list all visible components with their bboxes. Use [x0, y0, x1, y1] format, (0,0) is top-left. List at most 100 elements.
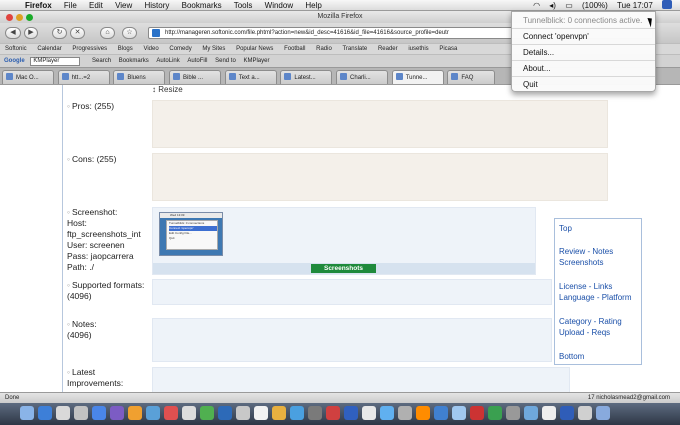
dock-app-icon[interactable] [56, 406, 70, 420]
dock-app-icon[interactable] [506, 406, 520, 420]
mail-notifier[interactable]: 17 nicholasmead2@gmail.com [588, 393, 670, 403]
dock-app-icon[interactable] [74, 406, 88, 420]
zoom-window-icon[interactable] [26, 14, 33, 21]
dock-app-icon[interactable] [542, 406, 556, 420]
dock-app-icon[interactable] [470, 406, 484, 420]
dock-app-icon[interactable] [326, 406, 340, 420]
google-search-input[interactable]: KMPlayer [30, 57, 81, 66]
menu-view[interactable]: View [115, 1, 132, 10]
bookmark-item[interactable]: Calendar [37, 46, 61, 52]
bookmark-item[interactable]: Softonic [5, 46, 27, 52]
menu-window[interactable]: Window [265, 1, 293, 10]
tab[interactable]: FAQ [447, 70, 496, 84]
home-button[interactable]: ⌂ [100, 27, 115, 39]
bookmark-item[interactable]: Football [284, 46, 305, 52]
back-button[interactable]: ◀ [5, 27, 21, 39]
bookmark-item[interactable]: Popular News [236, 46, 273, 52]
google-autolink-button[interactable]: AutoLink [156, 58, 179, 64]
dock-app-icon[interactable] [596, 406, 610, 420]
dock-app-icon[interactable] [272, 406, 286, 420]
quit-item[interactable]: Quit [523, 79, 538, 90]
dock-app-icon[interactable] [182, 406, 196, 420]
nav-link-license-links[interactable]: License - Links [559, 281, 612, 292]
volume-icon[interactable]: ◂) [549, 1, 556, 10]
details-item[interactable]: Details... [523, 47, 554, 58]
screenshots-button[interactable]: Screenshots [311, 264, 376, 273]
bookmark-item[interactable]: My Sites [202, 46, 225, 52]
dock-app-icon[interactable] [164, 406, 178, 420]
google-search-button[interactable]: Search [92, 58, 111, 64]
google-sendto-button[interactable]: Send to [215, 58, 236, 64]
menu-history[interactable]: History [145, 1, 170, 10]
tab[interactable]: Bible ... [169, 70, 222, 84]
screenshot-thumbnail[interactable]: Wed 13:09 Tunnelblick: 0 connections Con… [159, 212, 223, 256]
bookmark-item[interactable]: Reader [378, 46, 398, 52]
dock-app-icon[interactable] [146, 406, 160, 420]
dock-app-icon[interactable] [200, 406, 214, 420]
cons-textarea[interactable] [152, 153, 608, 201]
dock-app-icon[interactable] [560, 406, 574, 420]
nav-link-review-notes[interactable]: Review - Notes [559, 246, 613, 257]
minimize-window-icon[interactable] [16, 14, 23, 21]
supported-formats-textarea[interactable] [152, 279, 552, 305]
connect-openvpn-item[interactable]: Connect 'openvpn' [523, 31, 589, 42]
battery-icon[interactable]: ▭ [565, 1, 573, 10]
reload-button[interactable]: ↻ [52, 27, 67, 39]
wifi-icon[interactable]: ◠ [533, 1, 540, 10]
menu-app[interactable]: Firefox [25, 1, 52, 10]
nav-link-screenshots[interactable]: Screenshots [559, 257, 603, 268]
tunnelblick-icon[interactable] [662, 0, 672, 9]
notes-textarea[interactable] [152, 318, 552, 362]
nav-link-top[interactable]: Top [559, 223, 572, 234]
dock-app-icon[interactable] [488, 406, 502, 420]
bookmark-item[interactable]: Radio [316, 46, 332, 52]
tab[interactable]: Bluens [113, 70, 166, 84]
stop-button[interactable]: ✕ [70, 27, 85, 39]
bookmark-item[interactable]: Translate [342, 46, 367, 52]
dock-app-icon[interactable] [20, 406, 34, 420]
bookmark-item[interactable]: Picasa [439, 46, 457, 52]
dock-app-icon[interactable] [578, 406, 592, 420]
dock-app-icon[interactable] [110, 406, 124, 420]
tab[interactable]: Mac O... [2, 70, 54, 84]
dock-app-icon[interactable] [254, 406, 268, 420]
nav-link-language-platform[interactable]: Language - Platform [559, 292, 632, 303]
dock-app-icon[interactable] [434, 406, 448, 420]
dock-app-icon[interactable] [38, 406, 52, 420]
nav-link-bottom[interactable]: Bottom [559, 351, 584, 362]
bookmark-item[interactable]: Comedy [169, 46, 191, 52]
menu-help[interactable]: Help [305, 1, 321, 10]
tab[interactable]: Latest... [280, 70, 333, 84]
close-window-icon[interactable] [6, 14, 13, 21]
menu-bookmarks[interactable]: Bookmarks [182, 1, 222, 10]
tab-active[interactable]: Tunne... [391, 70, 444, 84]
dock-app-icon[interactable] [128, 406, 142, 420]
nav-link-category-rating[interactable]: Category - Rating [559, 316, 622, 327]
google-kmplayer-button[interactable]: KMPlayer [243, 58, 269, 64]
bookmark-star-icon[interactable]: ☆ [122, 27, 137, 39]
about-item[interactable]: About... [523, 63, 551, 74]
google-bookmarks-button[interactable]: Bookmarks [119, 58, 149, 64]
tab[interactable]: Charli... [336, 70, 389, 84]
dock-app-icon[interactable] [218, 406, 232, 420]
google-autofill-button[interactable]: AutoFill [187, 58, 207, 64]
dock-app-icon[interactable] [416, 406, 430, 420]
menu-edit[interactable]: Edit [89, 1, 103, 10]
tab[interactable]: Text a... [224, 70, 277, 84]
bookmark-item[interactable]: Video [143, 46, 158, 52]
forward-button[interactable]: ▶ [24, 27, 38, 39]
latest-improvements-textarea[interactable] [152, 367, 570, 392]
dock-app-icon[interactable] [308, 406, 322, 420]
dock-app-icon[interactable] [92, 406, 106, 420]
dock-app-icon[interactable] [344, 406, 358, 420]
dock-app-icon[interactable] [290, 406, 304, 420]
clock[interactable]: Tue 17:07 [617, 1, 653, 10]
dock-app-icon[interactable] [452, 406, 466, 420]
dock-app-icon[interactable] [236, 406, 250, 420]
resize-link[interactable]: ↕ Resize [152, 85, 183, 94]
dock-app-icon[interactable] [398, 406, 412, 420]
bookmark-item[interactable]: Progressives [72, 46, 107, 52]
dock-app-icon[interactable] [524, 406, 538, 420]
dock-app-icon[interactable] [362, 406, 376, 420]
pros-textarea[interactable] [152, 100, 608, 148]
